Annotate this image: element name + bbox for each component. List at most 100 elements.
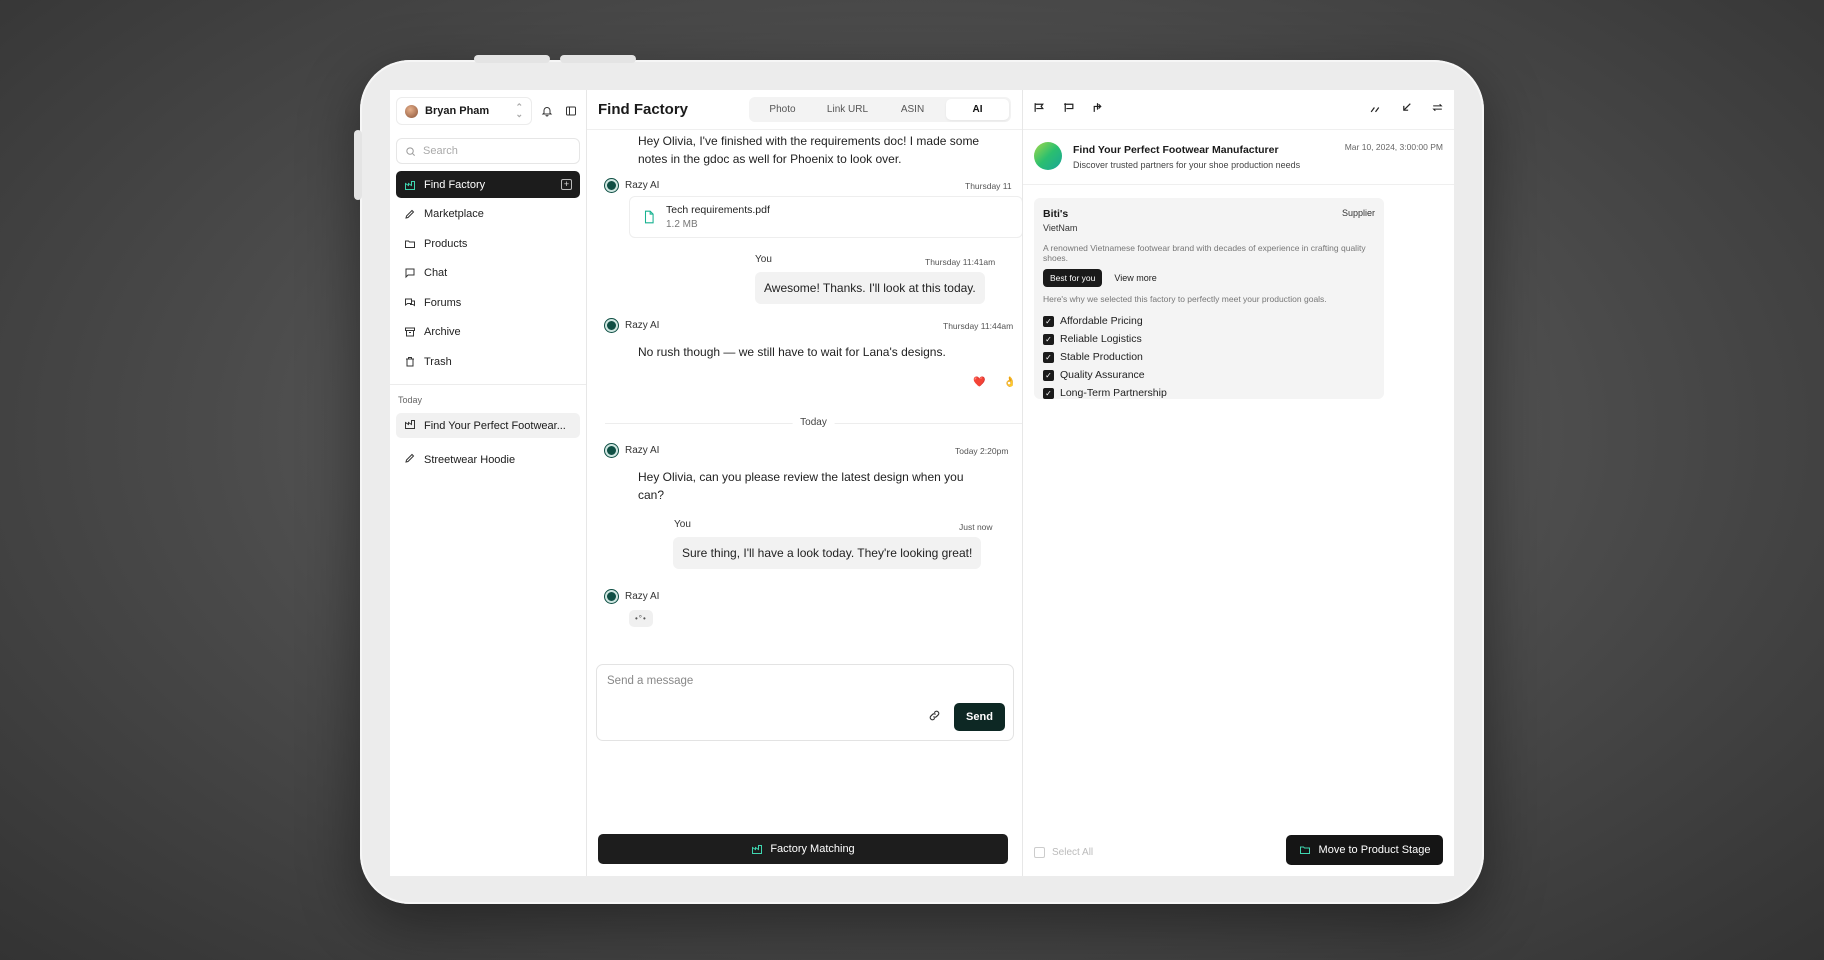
panel-toolbar: [1023, 90, 1454, 130]
chat-panel: Find Factory Photo Link URL ASIN AI Hey …: [587, 90, 1023, 876]
chat-icon: [404, 267, 416, 279]
branch-icon[interactable]: [1091, 101, 1104, 119]
user-switcher[interactable]: Bryan Pham ⌃ ⌄: [396, 97, 532, 125]
factory-reason: Here's why we selected this factory to p…: [1043, 294, 1327, 304]
date-divider-label: Today: [792, 417, 835, 428]
sidebar-item-label: Products: [424, 237, 468, 250]
tablet-button: [474, 55, 550, 63]
factory-country: VietNam: [1043, 223, 1078, 233]
feature-item: ✓ Stable Production: [1043, 348, 1375, 366]
checkbox-checked-icon: ✓: [1043, 333, 1054, 345]
message-time: Today 2:20pm: [955, 446, 1009, 456]
message-sender: Razy AI: [605, 179, 659, 192]
folder-icon: [404, 238, 416, 250]
sidebar-item-chat[interactable]: Chat: [396, 260, 580, 287]
sidebar-item-trash[interactable]: Trash: [396, 348, 580, 375]
folder-icon: [1299, 846, 1310, 854]
message-input[interactable]: Send a message: [607, 675, 693, 687]
sidebar-toggle-icon[interactable]: [562, 102, 580, 120]
flag-alt-icon[interactable]: [1062, 101, 1075, 119]
recent-item-footwear[interactable]: Find Your Perfect Footwear...: [396, 413, 580, 438]
search-icon: [406, 146, 415, 156]
checkbox-checked-icon: ✓: [1043, 351, 1054, 363]
feature-item: ✓ Quality Assurance: [1043, 366, 1375, 384]
tab-link-url[interactable]: Link URL: [816, 99, 879, 120]
factory-matching-label: Factory Matching: [770, 843, 855, 855]
details-panel: Find Your Perfect Footwear Manufacturer …: [1023, 90, 1454, 876]
send-button[interactable]: Send: [954, 703, 1005, 731]
file-name: Tech requirements.pdf: [666, 204, 770, 216]
add-icon[interactable]: +: [561, 179, 572, 190]
divider: [390, 384, 586, 385]
feature-label: Long-Term Partnership: [1060, 387, 1167, 399]
arrow-back-icon[interactable]: [1400, 101, 1413, 119]
nav-menu: Find Factory + Marketplace Products Chat…: [396, 171, 580, 375]
double-slash-icon[interactable]: [1369, 101, 1382, 119]
conversation-header: Find Your Perfect Footwear Manufacturer …: [1023, 130, 1454, 185]
bot-avatar: [605, 444, 618, 457]
bot-avatar: [605, 179, 618, 192]
page-title: Find Factory: [598, 101, 689, 118]
conversation-title: Find Your Perfect Footwear Manufacturer: [1073, 144, 1279, 156]
section-label-today: Today: [398, 395, 423, 405]
message-bubble: Awesome! Thanks. I'll look at this today…: [755, 272, 985, 304]
tab-photo[interactable]: Photo: [751, 99, 814, 120]
feature-list: ✓ Affordable Pricing ✓ Reliable Logistics …: [1043, 312, 1375, 402]
message-sender: Razy AI: [605, 319, 659, 332]
sidebar-item-archive[interactable]: Archive: [396, 319, 580, 346]
message-text: No rush though — we still have to wait f…: [638, 345, 946, 359]
search-input[interactable]: Search: [396, 138, 580, 164]
date-divider: Today: [605, 417, 1022, 428]
message-composer[interactable]: Send a message Send: [596, 664, 1014, 741]
conversation-date: Mar 10, 2024, 3:00:00 PM: [1344, 142, 1443, 152]
sidebar-item-marketplace[interactable]: Marketplace: [396, 201, 580, 228]
sidebar-item-label: Forums: [424, 296, 462, 309]
tab-ai[interactable]: AI: [946, 99, 1009, 120]
ok-reaction[interactable]: 👌: [1003, 377, 1015, 388]
message-list[interactable]: Hey Olivia, I've finished with the requi…: [587, 130, 1022, 650]
archive-icon: [404, 326, 416, 338]
conversation-subtitle: Discover trusted partners for your shoe …: [1073, 160, 1301, 170]
sidebar-item-forums[interactable]: Forums: [396, 289, 580, 316]
message-bubble: Sure thing, I'll have a look today. They…: [673, 537, 982, 569]
pencil-icon: [404, 452, 416, 467]
checkbox[interactable]: [1034, 847, 1045, 858]
avatar: [1034, 142, 1062, 170]
tab-asin[interactable]: ASIN: [881, 99, 944, 120]
feature-item: ✓ Reliable Logistics: [1043, 330, 1375, 348]
sidebar-item-products[interactable]: Products: [396, 230, 580, 257]
bell-icon[interactable]: [538, 102, 556, 120]
sender-name: You: [755, 254, 772, 265]
app-screen: Bryan Pham ⌃ ⌄ Search Find Factory + Mark…: [390, 90, 1454, 876]
factory-card[interactable]: Biti's Supplier VietNam A renowned Vietn…: [1034, 198, 1384, 399]
sidebar-item-label: Archive: [424, 326, 461, 338]
swap-icon[interactable]: [1431, 101, 1444, 119]
panel-toolbar-right: [1369, 101, 1444, 119]
factory-icon: [752, 845, 763, 854]
file-attachment[interactable]: Tech requirements.pdf 1.2 MB: [629, 196, 1022, 238]
move-to-product-stage-button[interactable]: Move to Product Stage: [1286, 835, 1443, 865]
feature-label: Stable Production: [1060, 351, 1143, 363]
sender-name: Razy AI: [625, 180, 660, 191]
sender-name: Razy AI: [625, 591, 660, 602]
factory-description: A renowned Vietnamese footwear brand wit…: [1043, 243, 1366, 263]
select-all-checkbox[interactable]: Select All: [1034, 847, 1093, 858]
sidebar: Bryan Pham ⌃ ⌄ Search Find Factory + Mark…: [390, 90, 587, 876]
link-icon[interactable]: [928, 709, 941, 727]
heart-reaction[interactable]: ❤️: [973, 377, 985, 388]
sender-name: Razy AI: [625, 320, 660, 331]
select-all-label: Select All: [1052, 847, 1094, 858]
message-text: Hey Olivia, can you please review the la…: [638, 470, 964, 502]
factory-matching-button[interactable]: Factory Matching: [598, 834, 1008, 864]
factory-icon: [404, 418, 416, 433]
best-for-you-button[interactable]: Best for you: [1043, 269, 1103, 287]
recent-item-hoodie[interactable]: Streetwear Hoodie: [396, 447, 580, 472]
sender-name: Razy AI: [625, 445, 660, 456]
bot-avatar: [605, 319, 618, 332]
factory-name: Biti's: [1043, 208, 1069, 220]
view-more-link[interactable]: View more: [1114, 273, 1156, 283]
sidebar-item-find-factory[interactable]: Find Factory +: [396, 171, 580, 198]
sidebar-item-label: Find Factory: [424, 178, 486, 191]
flag-icon[interactable]: [1033, 101, 1046, 119]
pencil-icon: [404, 208, 416, 220]
